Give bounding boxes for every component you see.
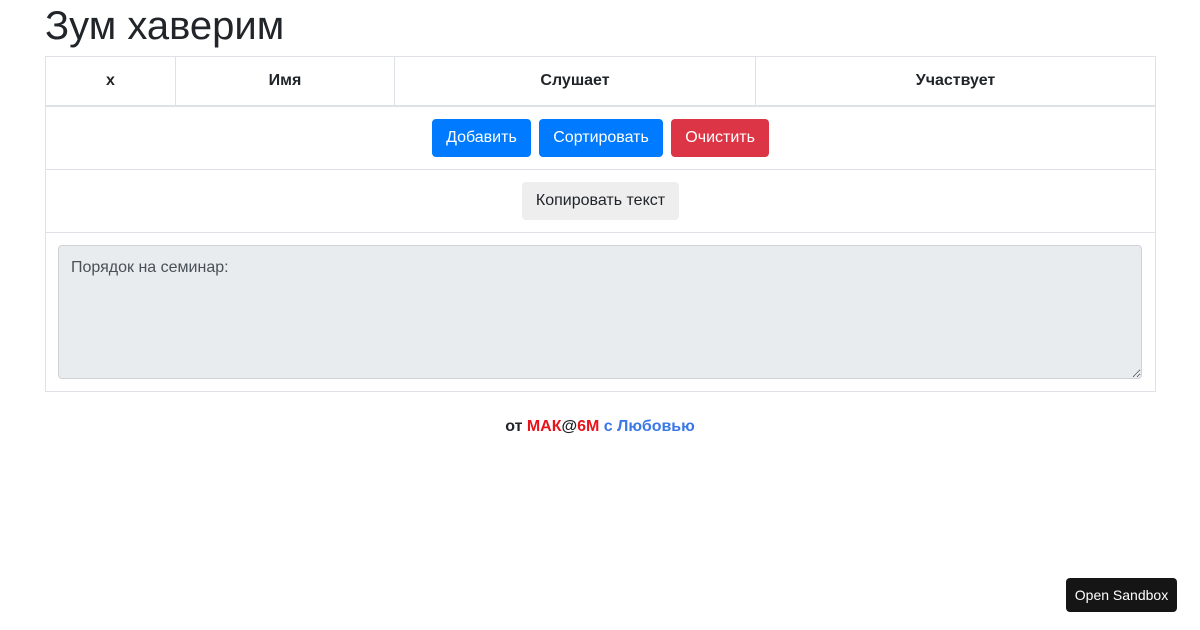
- column-header-participates: Участвует: [755, 56, 1156, 107]
- credit-brand-part2: 6М: [577, 418, 600, 435]
- footer-credit: от МАК@6М с Любовью: [0, 417, 1200, 437]
- open-sandbox-button[interactable]: Open Sandbox: [1066, 578, 1177, 612]
- table-header-row: x Имя Слушает Участвует: [45, 56, 1156, 107]
- credit-from: от: [505, 418, 527, 435]
- actions-cell: Добавить Сортировать Очистить: [45, 105, 1156, 170]
- clear-button[interactable]: Очистить: [671, 119, 769, 157]
- copy-cell: Копировать текст: [45, 169, 1156, 233]
- credit-love: с Любовью: [599, 418, 695, 435]
- copy-row: Копировать текст: [45, 169, 1156, 233]
- actions-row: Добавить Сортировать Очистить: [45, 105, 1156, 170]
- sort-button[interactable]: Сортировать: [539, 119, 663, 157]
- column-header-listens: Слушает: [394, 56, 756, 107]
- column-header-x: x: [45, 56, 176, 107]
- credit-brand-at: @: [561, 418, 578, 435]
- column-header-name: Имя: [175, 56, 395, 107]
- participants-table: x Имя Слушает Участвует Добавить Сортиро…: [45, 56, 1156, 392]
- credit-brand-part1: МАК: [526, 418, 562, 435]
- add-button[interactable]: Добавить: [432, 119, 531, 157]
- copy-text-button[interactable]: Копировать текст: [521, 182, 680, 220]
- page-title: Зум хаверим: [45, 4, 285, 48]
- notes-cell: Порядок на семинар:: [45, 232, 1156, 392]
- seminar-order-textarea[interactable]: Порядок на семинар:: [58, 245, 1142, 379]
- notes-row: Порядок на семинар:: [45, 232, 1156, 392]
